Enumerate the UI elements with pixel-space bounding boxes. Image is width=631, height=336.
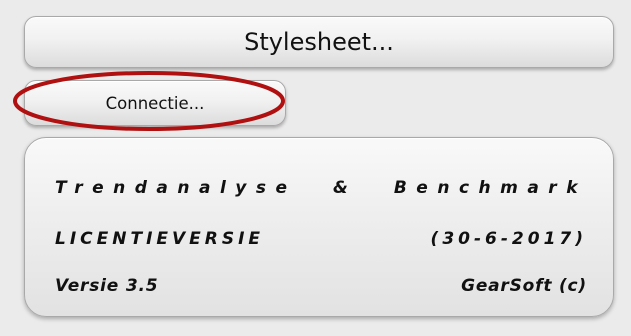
product-title: Trendanalyse & Benchmark: [55, 178, 587, 198]
info-panel: Trendanalyse & Benchmark LICENTIEVERSIE …: [24, 137, 614, 317]
stylesheet-button-label: Stylesheet...: [244, 28, 394, 56]
connectie-button[interactable]: Connectie...: [24, 80, 286, 126]
connectie-button-label: Connectie...: [105, 93, 205, 113]
license-date: (30-6-2017): [430, 229, 587, 249]
license-type: LICENTIEVERSIE: [55, 229, 265, 249]
license-row: LICENTIEVERSIE (30-6-2017): [55, 229, 587, 249]
version-row: Versie 3.5 GearSoft (c): [55, 276, 587, 296]
company-label: GearSoft (c): [461, 276, 587, 296]
product-title-text: Trendanalyse & Benchmark: [55, 178, 587, 198]
version-label: Versie 3.5: [55, 276, 159, 296]
stylesheet-button[interactable]: Stylesheet...: [24, 16, 614, 68]
